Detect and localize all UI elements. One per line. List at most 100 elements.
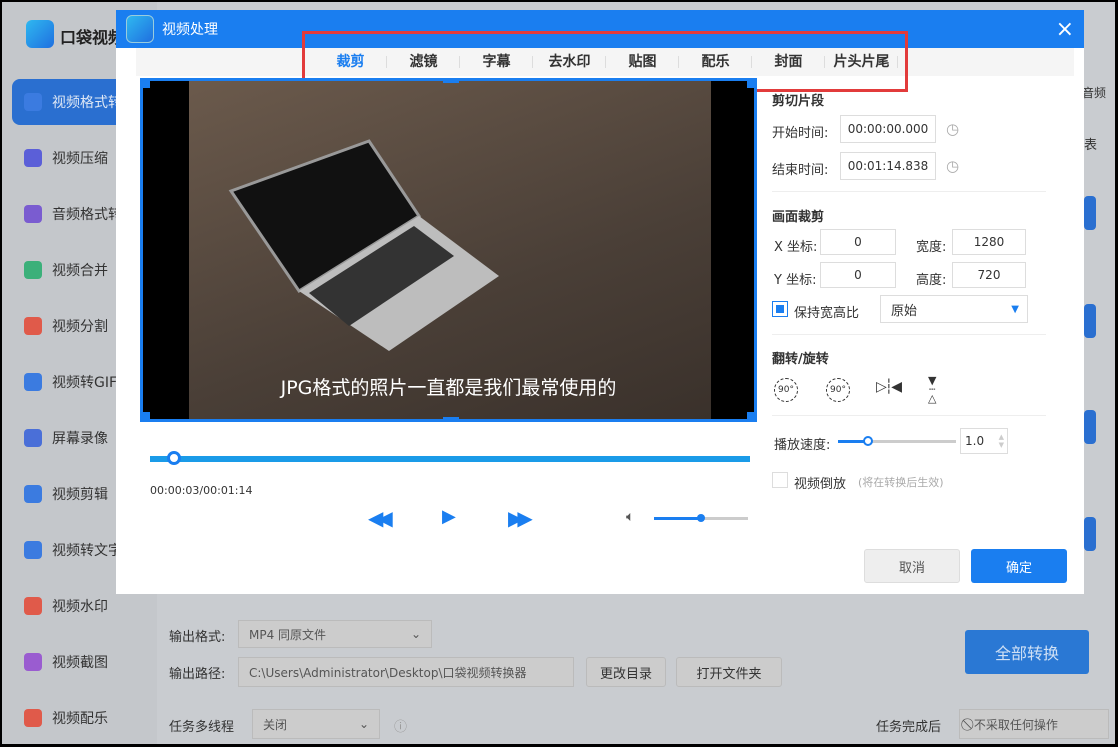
time-readout: 00:00:03/00:01:14 xyxy=(150,484,253,497)
sidebar-item-icon xyxy=(24,485,42,503)
sidebar-item-icon xyxy=(24,541,42,559)
y-input[interactable]: 0 xyxy=(820,262,896,288)
sidebar-item-label: 视频转GIF xyxy=(52,375,118,391)
reverse-checkbox[interactable] xyxy=(772,472,788,488)
crop-handle[interactable] xyxy=(443,417,459,422)
app-logo-icon xyxy=(126,15,154,43)
speed-input[interactable]: 1.0 ▲ ▼ xyxy=(960,428,1008,454)
sidebar-item-label: 视频配乐 xyxy=(52,711,108,727)
start-label: 开始时间: xyxy=(772,126,829,141)
crop-handle[interactable] xyxy=(140,412,150,422)
x-input[interactable]: 0 xyxy=(820,229,896,255)
app-logo xyxy=(26,20,54,48)
rotate-ccw-icon[interactable]: 90° xyxy=(826,378,850,402)
dialog-title: 视频处理 xyxy=(162,22,218,38)
format-value: MP4 同原文件 xyxy=(249,627,327,642)
sidebar-item-label: 视频合并 xyxy=(52,263,108,279)
history-icon[interactable]: ◷ xyxy=(946,120,959,138)
sidebar-item-icon xyxy=(24,429,42,447)
flip-vertical-icon[interactable]: ▼ ┄ △ xyxy=(928,375,936,404)
path-label: 输出路径: xyxy=(169,667,226,682)
format-select[interactable]: MP4 同原文件 ⌄ xyxy=(238,620,432,648)
reverse-label: 视频倒放 xyxy=(794,477,847,492)
change-dir-button[interactable]: 更改目录 xyxy=(586,657,666,687)
close-icon[interactable]: × xyxy=(1056,17,1074,42)
after-label: 任务完成后 xyxy=(876,720,942,735)
end-label: 结束时间: xyxy=(772,163,829,178)
rewind-icon[interactable]: ◀◀ xyxy=(368,506,393,530)
dropdown-button[interactable] xyxy=(1084,304,1096,338)
end-time-input[interactable]: 00:01:14.838 xyxy=(840,152,936,180)
keep-ratio-label: 保持宽高比 xyxy=(794,306,860,321)
rotate-cw-icon[interactable]: 90° xyxy=(774,378,798,402)
crop-header: 画面裁剪 xyxy=(772,210,825,225)
sidebar-item-icon xyxy=(24,373,42,391)
dropdown-button[interactable] xyxy=(1084,410,1096,444)
open-folder-button[interactable]: 打开文件夹 xyxy=(676,657,782,687)
start-time-input[interactable]: 00:00:00.000 xyxy=(840,115,936,143)
list-label: 表 xyxy=(1084,138,1098,153)
sidebar-item-icon xyxy=(24,597,42,615)
crop-handle[interactable] xyxy=(747,412,757,422)
x-label: X 坐标: xyxy=(774,240,818,255)
flip-horizontal-icon[interactable]: ▷┆◀ xyxy=(876,379,902,395)
cancel-button[interactable]: 取消 xyxy=(864,549,960,583)
height-input[interactable]: 720 xyxy=(952,262,1026,288)
sidebar-item-label: 音频格式转 xyxy=(52,207,122,223)
ratio-select[interactable]: 原始 ▼ xyxy=(880,295,1028,323)
video-frame xyxy=(189,81,711,419)
width-input[interactable]: 1280 xyxy=(952,229,1026,255)
sidebar-item-label: 屏幕录像 xyxy=(52,431,108,447)
ok-button[interactable]: 确定 xyxy=(971,549,1067,583)
video-subtitle: JPG格式的照片一直都是我们最常使用的 xyxy=(280,377,617,399)
volume-icon[interactable]: 🔈︎ xyxy=(626,509,634,525)
thread-value: 关闭 xyxy=(263,717,288,732)
info-icon[interactable]: ⓘ xyxy=(394,716,407,735)
dropdown-button[interactable] xyxy=(1084,517,1096,551)
keep-ratio-checkbox[interactable] xyxy=(772,301,788,317)
sidebar-item-label: 视频截图 xyxy=(52,655,108,671)
crop-handle[interactable] xyxy=(443,78,459,83)
laptop-image xyxy=(228,139,499,351)
sidebar-item-label: 视频转文字 xyxy=(52,543,122,559)
sidebar-item-icon xyxy=(24,149,42,167)
volume-handle[interactable] xyxy=(697,514,705,522)
audio-label: 音频 xyxy=(1082,86,1107,100)
sidebar-item[interactable]: 视频配乐 xyxy=(12,695,157,741)
crop-handle[interactable] xyxy=(140,78,150,88)
sidebar-item-label: 视频水印 xyxy=(52,599,108,615)
ratio-value: 原始 xyxy=(891,303,918,319)
speed-handle[interactable] xyxy=(862,436,873,446)
sidebar-item-icon xyxy=(24,205,42,223)
path-input[interactable]: C:\Users\Administrator\Desktop\口袋视频转换器 xyxy=(238,657,574,687)
caret-down-icon: ▼ xyxy=(1011,303,1019,315)
rotate-header: 翻转/旋转 xyxy=(772,352,829,367)
format-label: 输出格式: xyxy=(169,630,226,645)
history-icon[interactable]: ◷ xyxy=(946,157,959,175)
sidebar-item[interactable]: 视频截图 xyxy=(12,639,157,685)
after-select[interactable]: ⃠ 不采取任何操作 xyxy=(959,709,1109,739)
reverse-hint: (将在转换后生效) xyxy=(858,476,944,489)
speed-label: 播放速度: xyxy=(774,438,831,453)
video-preview[interactable]: JPG格式的照片一直都是我们最常使用的 xyxy=(140,78,757,422)
crop-handle[interactable] xyxy=(747,78,757,88)
sidebar-item-label: 视频压缩 xyxy=(52,151,108,167)
video-processing-dialog: 视频处理 × 裁剪 滤镜 字幕 去水印 贴图 配乐 封面 片头片尾 JPG格式的照片一直都是我… xyxy=(116,10,1084,594)
thread-select[interactable]: 关闭 ⌄ xyxy=(252,709,380,739)
timeline-bar[interactable] xyxy=(150,456,750,462)
app-name: 口袋视频 xyxy=(60,28,125,47)
speed-slider[interactable] xyxy=(838,440,956,443)
timeline-handle[interactable] xyxy=(167,451,181,465)
fast-forward-icon[interactable]: ▶▶ xyxy=(508,506,533,530)
convert-all-button[interactable]: 全部转换 xyxy=(965,630,1089,674)
thread-label: 任务多线程 xyxy=(169,720,235,735)
play-icon[interactable]: ▶ xyxy=(442,506,456,527)
sidebar-item-icon xyxy=(24,709,42,727)
speed-value: 1.0 xyxy=(965,434,985,448)
spinner-icon[interactable]: ▲ ▼ xyxy=(999,433,1004,449)
cut-header: 剪切片段 xyxy=(772,94,825,109)
dropdown-button[interactable] xyxy=(1084,196,1096,230)
sidebar-item-label: 视频格式转 xyxy=(52,95,122,111)
sidebar-item-icon xyxy=(24,261,42,279)
y-label: Y 坐标: xyxy=(774,273,817,288)
